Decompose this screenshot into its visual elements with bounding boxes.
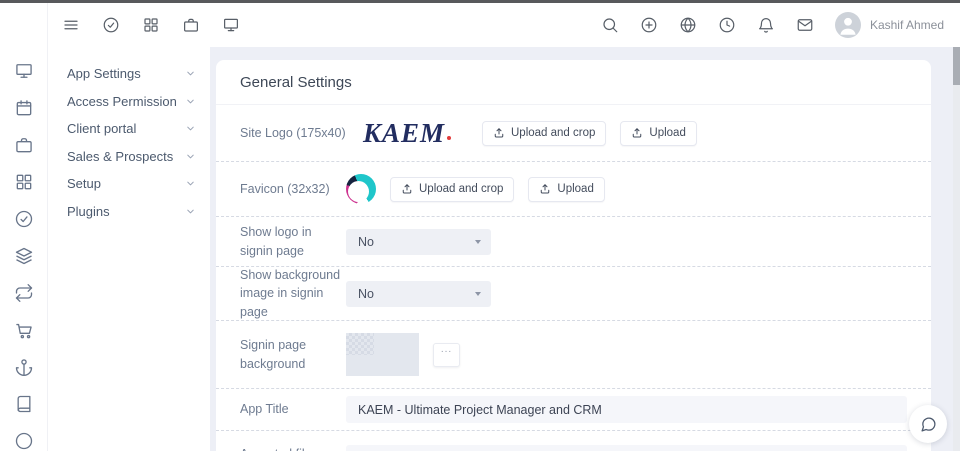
sidebar-item-label: Plugins xyxy=(67,204,185,219)
search-icon[interactable] xyxy=(601,16,619,34)
sidebar-item-sales-prospects[interactable]: Sales & Prospects xyxy=(49,143,210,171)
logo-dot xyxy=(447,136,451,140)
accepted-format-row: Accepted file format xyxy=(216,431,931,451)
plus-circle-icon[interactable] xyxy=(640,16,658,34)
chevron-down-icon xyxy=(185,68,196,79)
page-scrollbar[interactable] xyxy=(953,47,960,451)
shopping-cart-icon[interactable] xyxy=(14,320,34,340)
clock-icon[interactable] xyxy=(718,16,736,34)
show-logo-signin-label: Show logo in signin page xyxy=(240,223,346,259)
sidebar-item-label: Client portal xyxy=(67,121,185,136)
anchor-icon[interactable] xyxy=(14,357,34,377)
sidebar-item-setup[interactable]: Setup xyxy=(49,170,210,198)
check-circle-icon[interactable] xyxy=(14,209,34,229)
site-logo-row: Site Logo (175x40) KAEM Upload and crop … xyxy=(216,105,931,162)
circle-icon[interactable] xyxy=(14,431,34,451)
signin-bg-row: Signin page background ... xyxy=(216,321,931,389)
favicon-label: Favicon (32x32) xyxy=(240,180,346,198)
chevron-down-icon xyxy=(185,178,196,189)
bell-icon[interactable] xyxy=(757,16,775,34)
settings-sidebar: App Settings Access Permission Client po… xyxy=(49,47,210,451)
sidebar-item-client-portal[interactable]: Client portal xyxy=(49,115,210,143)
upload-icon xyxy=(631,127,643,139)
avatar xyxy=(835,12,861,38)
repeat-icon[interactable] xyxy=(14,283,34,303)
favicon-upload-button[interactable]: Upload xyxy=(528,177,604,202)
top-accent-strip xyxy=(0,0,960,3)
monitor-icon[interactable] xyxy=(14,61,34,81)
sidebar-item-label: Sales & Prospects xyxy=(67,149,185,164)
signin-bg-thumbnail xyxy=(346,333,419,376)
favicon-preview xyxy=(346,174,376,204)
site-logo-preview: KAEM xyxy=(346,118,468,149)
general-settings-card: General Settings Site Logo (175x40) KAEM… xyxy=(216,60,931,451)
sidebar-item-label: Access Permission xyxy=(67,94,185,109)
signin-bg-label: Signin page background xyxy=(240,336,346,372)
site-logo-upload-button[interactable]: Upload xyxy=(620,121,696,146)
briefcase-icon[interactable] xyxy=(14,135,34,155)
check-circle-icon[interactable] xyxy=(102,16,120,34)
site-logo-upload-crop-button[interactable]: Upload and crop xyxy=(482,121,606,146)
sidebar-item-access-permission[interactable]: Access Permission xyxy=(49,88,210,116)
select-value: No xyxy=(358,287,374,301)
grid-icon[interactable] xyxy=(142,16,160,34)
show-logo-signin-row: Show logo in signin page No xyxy=(216,217,931,267)
select-caret-icon xyxy=(475,292,481,296)
monitor-icon[interactable] xyxy=(222,16,240,34)
layers-icon[interactable] xyxy=(14,246,34,266)
upload-icon xyxy=(401,183,413,195)
show-bg-signin-select[interactable]: No xyxy=(346,281,491,307)
scrollbar-thumb[interactable] xyxy=(953,47,960,85)
favicon-row: Favicon (32x32) Upload and crop Upload xyxy=(216,162,931,217)
globe-icon[interactable] xyxy=(679,16,697,34)
user-menu[interactable]: Kashif Ahmed xyxy=(835,12,944,38)
chevron-down-icon xyxy=(185,96,196,107)
accepted-format-input[interactable] xyxy=(346,445,907,451)
site-logo-label: Site Logo (175x40) xyxy=(240,124,346,142)
select-caret-icon xyxy=(475,240,481,244)
app-title-input[interactable] xyxy=(346,396,907,423)
menu-icon[interactable] xyxy=(62,16,80,34)
book-icon[interactable] xyxy=(14,394,34,414)
module-iconbar xyxy=(0,47,48,451)
favicon-upload-crop-button[interactable]: Upload and crop xyxy=(390,177,514,202)
navbar-right-icons: Kashif Ahmed xyxy=(601,12,960,38)
accepted-format-label: Accepted file format xyxy=(240,445,346,451)
mail-icon[interactable] xyxy=(796,16,814,34)
chevron-down-icon xyxy=(185,206,196,217)
sidebar-item-plugins[interactable]: Plugins xyxy=(49,198,210,226)
message-bubble-icon xyxy=(920,416,937,433)
select-value: No xyxy=(358,235,374,249)
chat-button[interactable] xyxy=(909,405,947,443)
calendar-icon[interactable] xyxy=(14,98,34,118)
show-logo-signin-select[interactable]: No xyxy=(346,229,491,255)
chevron-down-icon xyxy=(185,123,196,134)
app-title-row: App Title xyxy=(216,389,931,431)
show-bg-signin-label: Show background image in signin page xyxy=(240,266,346,320)
sidebar-item-app-settings[interactable]: App Settings xyxy=(49,60,210,88)
app-title-label: App Title xyxy=(240,400,346,418)
user-name: Kashif Ahmed xyxy=(870,18,944,32)
signin-bg-more-button[interactable]: ... xyxy=(433,343,460,367)
page-title: General Settings xyxy=(216,60,931,105)
navbar-left-icons xyxy=(48,16,240,34)
main-content: General Settings Site Logo (175x40) KAEM… xyxy=(210,47,960,451)
briefcase-icon[interactable] xyxy=(182,16,200,34)
show-bg-signin-row: Show background image in signin page No xyxy=(216,267,931,321)
sidebar-item-label: Setup xyxy=(67,176,185,191)
sidebar-item-label: App Settings xyxy=(67,66,185,81)
upload-icon xyxy=(493,127,505,139)
upload-icon xyxy=(539,183,551,195)
grid-icon[interactable] xyxy=(14,172,34,192)
navbar-left-pad xyxy=(0,3,48,47)
chevron-down-icon xyxy=(185,151,196,162)
top-navbar: Kashif Ahmed xyxy=(0,3,960,47)
